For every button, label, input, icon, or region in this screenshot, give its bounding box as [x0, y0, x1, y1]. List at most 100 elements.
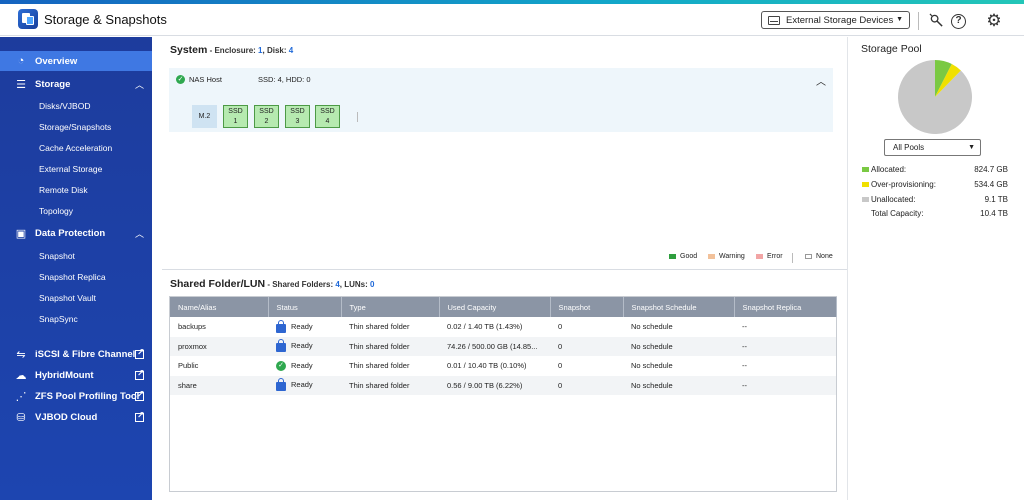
section-divider	[162, 269, 847, 270]
nas-host-panel: ✓ NAS Host SSD: 4, HDD: 0 ︿ M.2 SSD1 SSD…	[169, 68, 833, 132]
folder-type: Thin shared folder	[341, 337, 439, 357]
disk-count: 4	[289, 46, 293, 55]
luns-prefix: , LUNs:	[340, 280, 370, 289]
snapshot-count: 0	[550, 356, 623, 376]
external-storage-devices-label: External Storage Devices	[786, 15, 893, 26]
pool-select[interactable]: All Pools ▼	[884, 139, 981, 156]
column-header[interactable]: Type	[341, 297, 439, 317]
table-row[interactable]: proxmox Ready Thin shared folder 74.26 /…	[170, 337, 836, 357]
status-cell: ✓Ready	[268, 356, 341, 376]
column-header[interactable]: Snapshot	[550, 297, 623, 317]
sidebar-item-label: Overview	[35, 56, 77, 67]
enclosure-prefix: - Enclosure:	[207, 46, 258, 55]
top-bar: Storage & Snapshots External Storage Dev…	[0, 4, 1024, 36]
folder-name: backups	[170, 317, 268, 337]
disk-slot[interactable]: SSD2	[254, 105, 279, 128]
sidebar-item-data-protection[interactable]: ▣ Data Protection ︿	[0, 223, 152, 243]
sidebar-item-label: Storage	[35, 79, 70, 90]
m2-slot[interactable]: M.2	[192, 105, 217, 128]
status-cell: Ready	[268, 376, 341, 396]
disk-slot[interactable]: SSD3	[285, 105, 310, 128]
system-title: System - Enclosure: 1, Disk: 4	[170, 44, 293, 56]
sidebar-item-snapshot-vault[interactable]: Snapshot Vault	[39, 293, 96, 303]
folder-type: Thin shared folder	[341, 356, 439, 376]
gauge-icon: ◔	[14, 54, 28, 68]
shared-folder-title: Shared Folder/LUN - Shared Folders: 4, L…	[170, 278, 374, 290]
shared-folder-title-text: Shared Folder/LUN	[170, 278, 265, 290]
main-content: System - Enclosure: 1, Disk: 4 ✓ NAS Hos…	[152, 37, 847, 500]
folder-name: Public	[170, 356, 268, 376]
shield-camera-icon: ▣	[14, 226, 28, 240]
snapshot-count: 0	[550, 376, 623, 396]
graph-icon: ⋰	[14, 389, 28, 403]
pool-stat-over-provisioning: Over-provisioning:534.4 GB	[862, 180, 1008, 192]
check-circle-icon: ✓	[176, 75, 185, 84]
sidebar-item-zfs-pool-profiling[interactable]: ⋰ ZFS Pool Profiling Tool	[0, 386, 152, 406]
used-capacity: 0.02 / 1.40 TB (1.43%)	[439, 317, 550, 337]
sidebar-item-label: HybridMount	[35, 370, 94, 381]
sidebar-item-storage-snapshots[interactable]: Storage/Snapshots	[39, 122, 111, 132]
column-header[interactable]: Used Capacity	[439, 297, 550, 317]
pool-stat-allocated: Allocated:824.7 GB	[862, 165, 1008, 177]
sidebar-item-topology[interactable]: Topology	[39, 206, 73, 216]
iscsi-icon: ⇋	[14, 347, 28, 361]
chevron-up-icon[interactable]: ︿	[816, 73, 826, 88]
disk-slot[interactable]: SSD4	[315, 105, 340, 128]
settings-icon[interactable]: ⚙	[986, 13, 1002, 29]
sidebar: ◔ Overview ☰ Storage ︿ Disks/VJBOD Stora…	[0, 37, 152, 500]
legend-none: None	[805, 253, 833, 260]
sidebar-item-remote-disk[interactable]: Remote Disk	[39, 185, 88, 195]
snapshot-count: 0	[550, 317, 623, 337]
snapshot-replica: --	[734, 317, 836, 337]
hdd-icon	[768, 16, 780, 25]
sidebar-item-label: VJBOD Cloud	[35, 412, 97, 423]
storage-pool-title: Storage Pool	[861, 43, 922, 55]
table-row[interactable]: backups Ready Thin shared folder 0.02 / …	[170, 317, 836, 337]
sidebar-item-iscsi[interactable]: ⇋ iSCSI & Fibre Channel	[0, 344, 152, 364]
app-logo-icon	[18, 9, 38, 29]
snapshot-schedule: No schedule	[623, 376, 734, 396]
external-link-icon	[135, 371, 144, 380]
sidebar-item-overview[interactable]: ◔ Overview	[0, 51, 152, 71]
pool-stat-unallocated: Unallocated:9.1 TB	[862, 195, 1008, 207]
sidebar-item-snapsync[interactable]: SnapSync	[39, 314, 78, 324]
sidebar-item-snapshot[interactable]: Snapshot	[39, 251, 75, 261]
sidebar-item-vjbod-cloud[interactable]: ⛁ VJBOD Cloud	[0, 407, 152, 427]
cloud-icon: ☁	[14, 368, 28, 382]
external-link-icon	[135, 350, 144, 359]
sidebar-item-storage[interactable]: ☰ Storage ︿	[0, 74, 152, 94]
snapshot-replica: --	[734, 356, 836, 376]
column-header[interactable]: Snapshot Replica	[734, 297, 836, 317]
sidebar-item-hybridmount[interactable]: ☁ HybridMount	[0, 365, 152, 385]
snapshot-schedule: No schedule	[623, 356, 734, 376]
sidebar-item-cache-acceleration[interactable]: Cache Acceleration	[39, 143, 112, 153]
panel-divider	[847, 37, 848, 500]
sidebar-item-snapshot-replica[interactable]: Snapshot Replica	[39, 272, 106, 282]
external-storage-devices-button[interactable]: External Storage Devices ▼	[761, 11, 910, 29]
column-header[interactable]: Status	[268, 297, 341, 317]
chevron-down-icon: ▼	[968, 140, 975, 155]
table-row[interactable]: share Ready Thin shared folder 0.56 / 9.…	[170, 376, 836, 396]
legend-good: Good	[669, 253, 697, 260]
database-icon: ☰	[14, 77, 28, 91]
sidebar-item-disks-vjbod[interactable]: Disks/VJBOD	[39, 101, 90, 111]
folder-type: Thin shared folder	[341, 317, 439, 337]
nas-host-label: NAS Host	[189, 75, 222, 84]
snapshot-replica: --	[734, 337, 836, 357]
chevron-up-icon: ︿	[135, 227, 144, 240]
debug-icon[interactable]	[928, 13, 944, 29]
disk-slot[interactable]: SSD1	[223, 105, 248, 128]
help-icon[interactable]: ?	[951, 14, 966, 29]
table-row[interactable]: Public ✓Ready Thin shared folder 0.01 / …	[170, 356, 836, 376]
legend-error: Error	[756, 253, 783, 260]
sidebar-item-external-storage[interactable]: External Storage	[39, 164, 102, 174]
shared-folder-table: Name/Alias Status Type Used Capacity Sna…	[169, 296, 837, 492]
external-link-icon	[135, 413, 144, 422]
lock-icon	[276, 382, 286, 391]
column-header[interactable]: Snapshot Schedule	[623, 297, 734, 317]
column-header[interactable]: Name/Alias	[170, 297, 268, 317]
lock-icon	[276, 324, 286, 333]
pool-select-value: All Pools	[893, 143, 924, 152]
snapshot-schedule: No schedule	[623, 317, 734, 337]
cloud-server-icon: ⛁	[14, 410, 28, 424]
